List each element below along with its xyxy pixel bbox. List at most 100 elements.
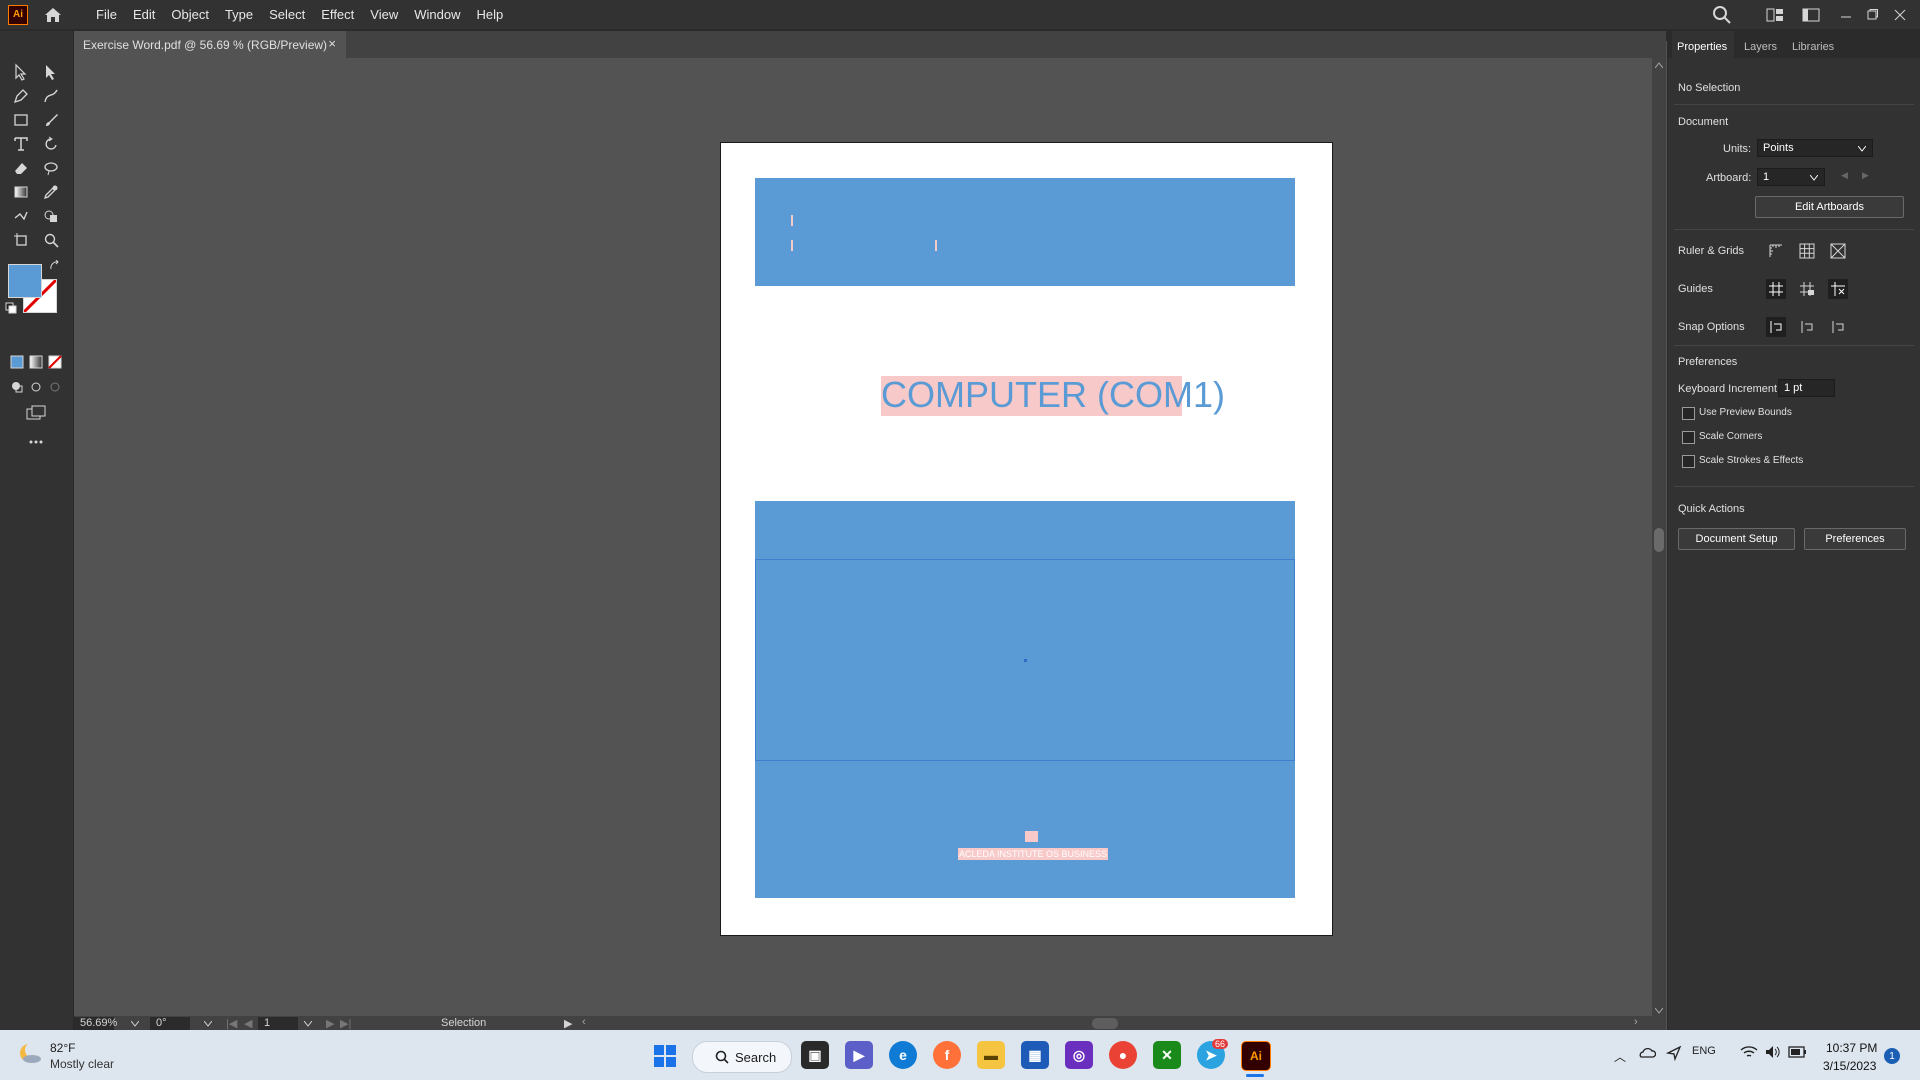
prev-artboard-arrow-icon[interactable]: ◀ <box>1841 170 1848 181</box>
scale-strokes-checkbox[interactable] <box>1682 455 1695 468</box>
footer-rectangle[interactable]: ACLEDA INSTITUTE OS BUSINESS <box>755 501 1295 898</box>
gradient-tool-icon[interactable] <box>9 181 33 203</box>
status-menu-arrow-icon[interactable]: ▶ <box>564 1017 572 1030</box>
lasso-tool-icon[interactable] <box>39 157 63 179</box>
xbox-icon[interactable]: ✕ <box>1153 1041 1181 1069</box>
type-tool-icon[interactable] <box>9 133 33 155</box>
menu-help[interactable]: Help <box>468 0 511 29</box>
artboard-nav-field[interactable]: 1 <box>258 1017 298 1031</box>
snap-to-glyph-icon[interactable] <box>1828 317 1848 337</box>
preferences-button[interactable]: Preferences <box>1804 528 1906 550</box>
taskbar-search[interactable]: Search <box>692 1041 792 1073</box>
snap-to-pixel-icon[interactable] <box>1797 317 1817 337</box>
clock-time[interactable]: 10:37 PM <box>1826 1041 1877 1055</box>
teams-chat-icon[interactable]: ▶ <box>845 1041 873 1069</box>
chrome-icon[interactable]: ● <box>1109 1041 1137 1069</box>
lock-guides-icon[interactable] <box>1797 279 1817 299</box>
close-icon[interactable] <box>1894 0 1906 29</box>
document-title[interactable]: COMPUTER (COM1) <box>881 374 1225 416</box>
vertical-scroll-thumb[interactable] <box>1654 528 1664 552</box>
institute-label[interactable]: ACLEDA INSTITUTE OS BUSINESS <box>958 848 1109 860</box>
menu-edit[interactable]: Edit <box>125 0 163 29</box>
last-artboard-icon[interactable]: ▶| <box>340 1017 351 1030</box>
curvature-tool-icon[interactable] <box>39 85 63 107</box>
tab-properties[interactable]: Properties <box>1677 41 1727 53</box>
show-hidden-icons-chevron-icon[interactable]: ︿ <box>1614 1048 1626 1065</box>
edit-artboards-button[interactable]: Edit Artboards <box>1755 196 1904 218</box>
edge-browser-icon[interactable]: e <box>889 1041 917 1069</box>
smart-guides-icon[interactable] <box>1828 279 1848 299</box>
illustrator-taskbar-icon[interactable]: Ai <box>1241 1041 1271 1071</box>
task-view-icon[interactable]: ▣ <box>801 1041 829 1069</box>
transparency-grid-icon[interactable] <box>1828 241 1848 261</box>
ruler-icon[interactable] <box>1766 241 1786 261</box>
artboard[interactable]: COMPUTER (COM1) ACLEDA INSTITUTE OS BUSI… <box>720 142 1333 936</box>
none-mode-icon[interactable] <box>43 351 67 373</box>
paintbrush-tool-icon[interactable] <box>39 109 63 131</box>
draw-inside-icon[interactable] <box>43 376 67 398</box>
search-icon[interactable] <box>1712 0 1732 29</box>
selection-tool-icon[interactable] <box>9 61 33 83</box>
show-guides-icon[interactable] <box>1766 279 1786 299</box>
prev-artboard-icon[interactable]: ◀ <box>244 1017 252 1030</box>
weather-moon-icon[interactable] <box>17 1041 43 1067</box>
next-artboard-icon[interactable]: ▶ <box>326 1017 334 1030</box>
menu-select[interactable]: Select <box>261 0 313 29</box>
snap-to-point-icon[interactable] <box>1766 317 1786 337</box>
minimize-icon[interactable] <box>1840 0 1852 29</box>
eyedropper-tool-icon[interactable] <box>39 181 63 203</box>
tab-libraries[interactable]: Libraries <box>1792 41 1834 53</box>
tab-close-icon[interactable]: × <box>328 36 336 51</box>
swap-fill-stroke-icon[interactable] <box>48 259 62 273</box>
file-explorer-icon[interactable]: ▬ <box>977 1041 1005 1069</box>
pen-tool-icon[interactable] <box>9 85 33 107</box>
menu-file[interactable]: File <box>88 0 125 29</box>
menu-type[interactable]: Type <box>217 0 261 29</box>
eraser-tool-icon[interactable] <box>9 157 33 179</box>
horizontal-scroll-thumb[interactable] <box>1092 1018 1118 1029</box>
clock-date[interactable]: 3/15/2023 <box>1823 1059 1876 1073</box>
use-preview-bounds-checkbox[interactable] <box>1682 407 1695 420</box>
puppet-warp-tool-icon[interactable] <box>9 205 33 227</box>
shape-builder-tool-icon[interactable] <box>39 205 63 227</box>
notification-count[interactable]: 1 <box>1884 1048 1900 1064</box>
rectangle-tool-icon[interactable] <box>9 109 33 131</box>
tab-layers[interactable]: Layers <box>1744 41 1777 53</box>
scroll-left-icon[interactable]: ‹ <box>582 1016 586 1028</box>
screen-mode-icon[interactable] <box>24 402 48 424</box>
zoom-field[interactable]: 56.69% <box>74 1017 117 1031</box>
units-select[interactable]: Points <box>1757 139 1873 157</box>
onedrive-icon[interactable] <box>1638 1045 1657 1062</box>
home-icon[interactable] <box>42 4 64 26</box>
rotate-tool-icon[interactable] <box>39 133 63 155</box>
document-setup-button[interactable]: Document Setup <box>1678 528 1795 550</box>
media-app-icon[interactable]: ◎ <box>1065 1041 1093 1069</box>
next-artboard-arrow-icon[interactable]: ▶ <box>1862 170 1869 181</box>
default-fill-stroke-icon[interactable] <box>4 301 18 315</box>
restore-icon[interactable] <box>1866 0 1878 29</box>
menu-view[interactable]: View <box>362 0 406 29</box>
document-tab[interactable]: Exercise Word.pdf @ 56.69 % (RGB/Preview… <box>73 31 346 58</box>
menu-object[interactable]: Object <box>163 0 217 29</box>
artboard-select[interactable]: 1 <box>1757 168 1825 186</box>
scale-corners-checkbox[interactable] <box>1682 431 1695 444</box>
windows-start-icon[interactable] <box>653 1044 677 1068</box>
first-artboard-icon[interactable]: |◀ <box>226 1017 237 1030</box>
header-rectangle[interactable] <box>755 178 1295 286</box>
firefox-icon[interactable]: f <box>933 1041 961 1069</box>
artboard-tool-icon[interactable] <box>9 229 33 251</box>
microsoft-store-icon[interactable]: ▦ <box>1021 1041 1049 1069</box>
arrange-documents-icon[interactable] <box>1802 0 1820 29</box>
fill-swatch[interactable] <box>8 264 42 298</box>
menu-effect[interactable]: Effect <box>313 0 362 29</box>
edit-toolbar-more-icon[interactable] <box>24 431 48 453</box>
direct-selection-tool-icon[interactable] <box>39 61 63 83</box>
menu-window[interactable]: Window <box>406 0 468 29</box>
language-icon[interactable]: ENG <box>1692 1045 1716 1057</box>
keyboard-increment-input[interactable]: 1 pt <box>1778 379 1835 397</box>
rotation-field[interactable]: 0° <box>150 1017 190 1031</box>
zoom-tool-icon[interactable] <box>39 229 63 251</box>
workspace-switcher-icon[interactable] <box>1766 0 1784 29</box>
scroll-right-icon[interactable]: › <box>1634 1016 1638 1028</box>
grid-icon[interactable] <box>1797 241 1817 261</box>
